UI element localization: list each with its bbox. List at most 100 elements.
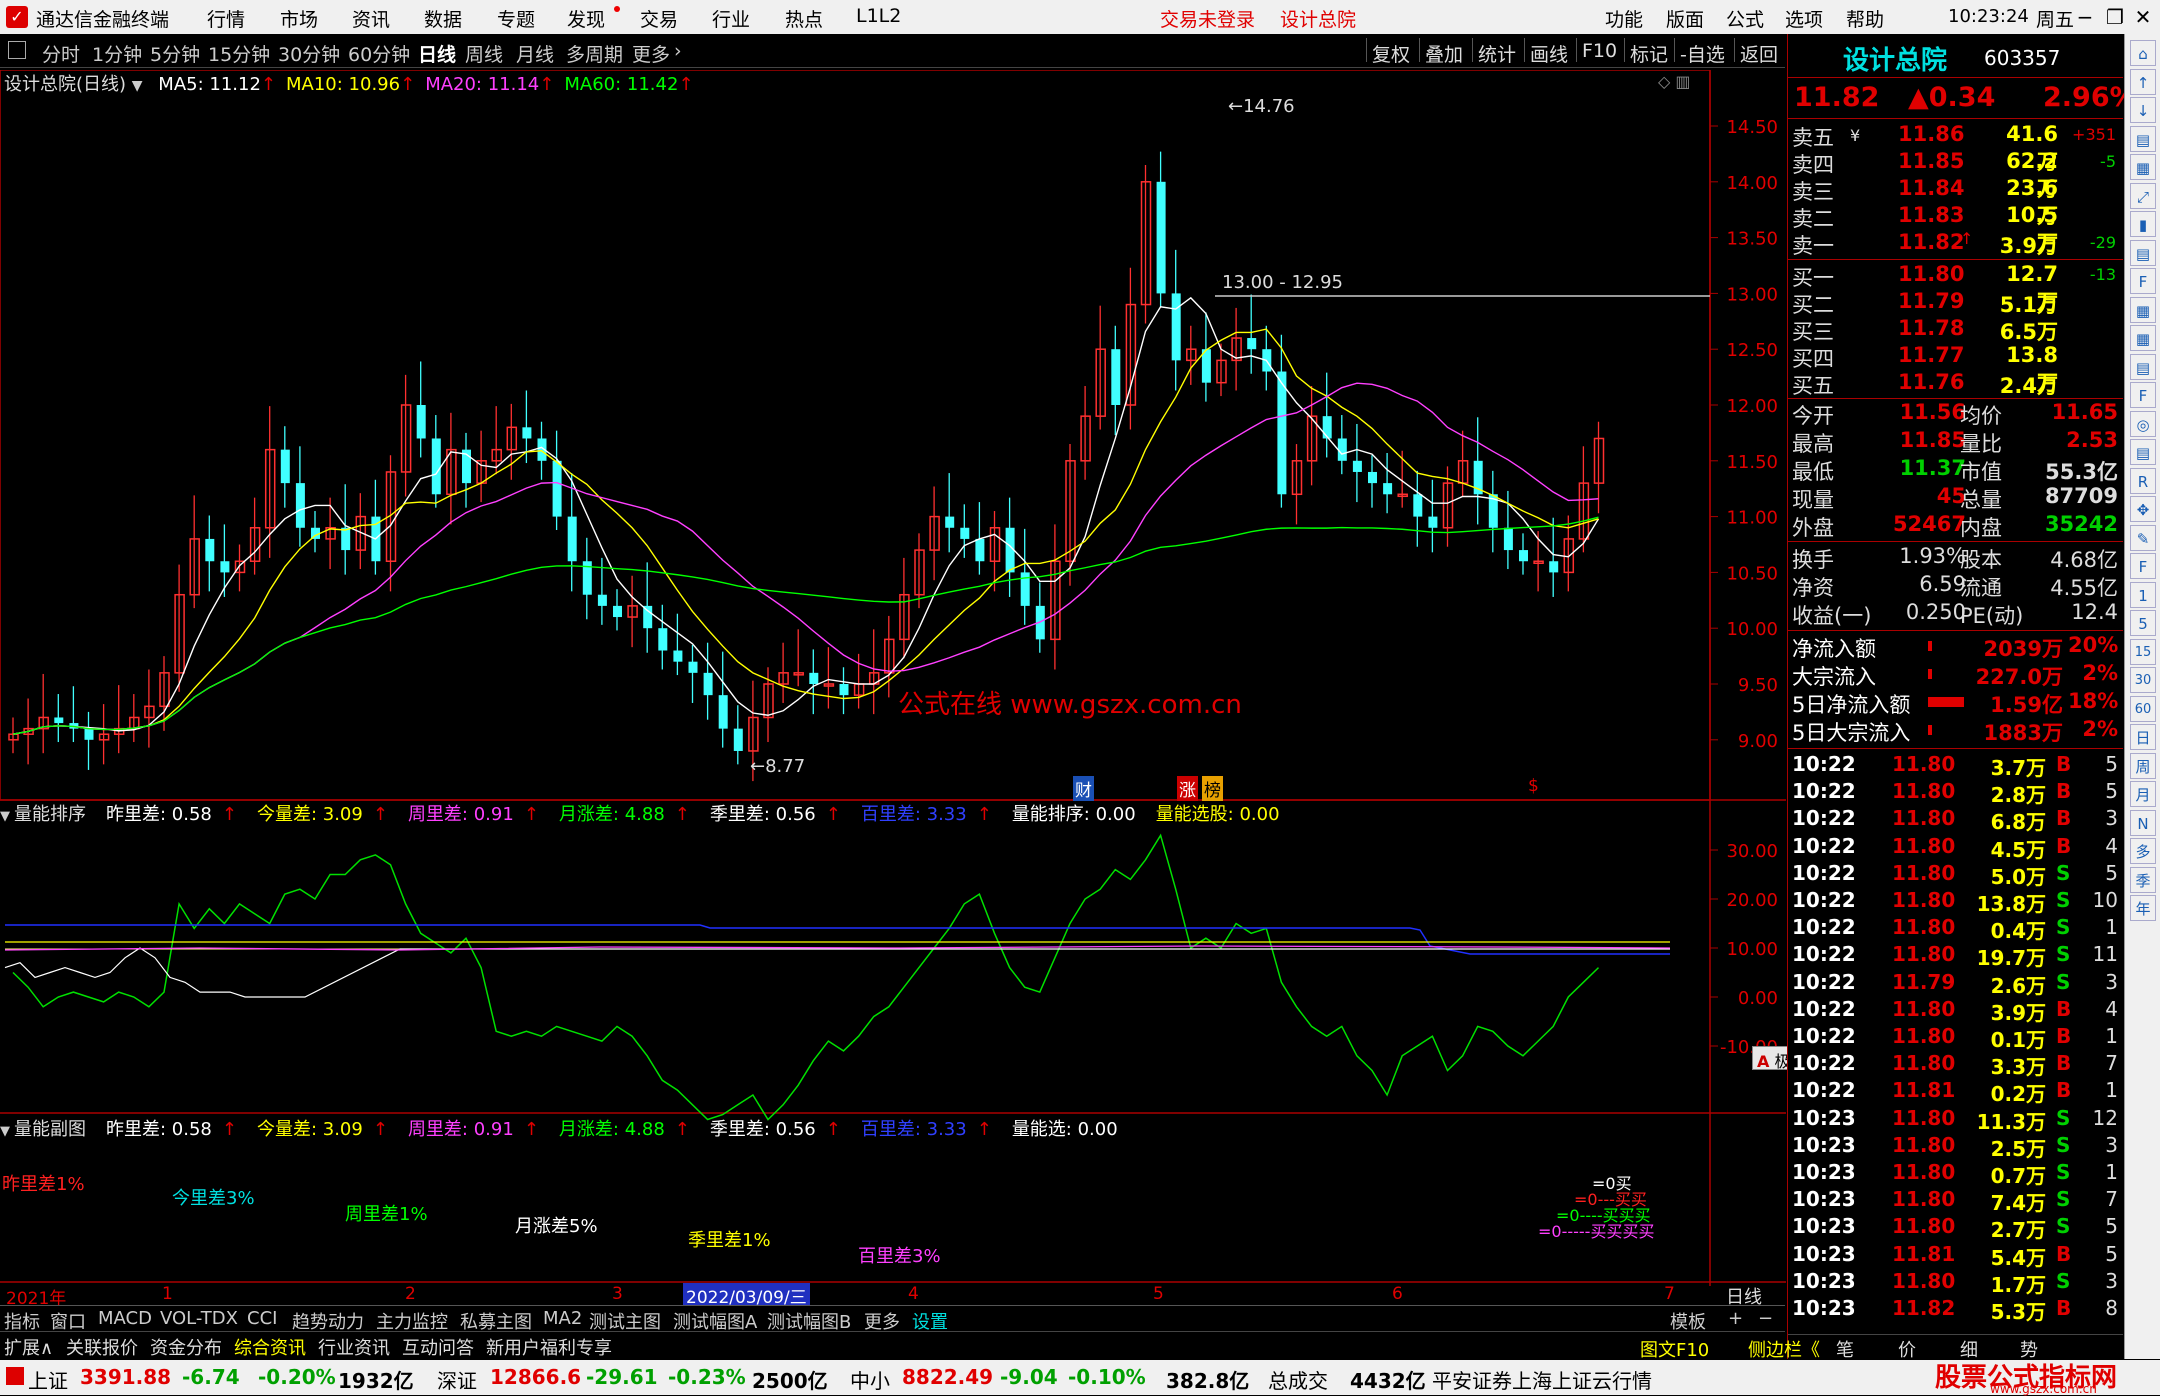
toolbar-7[interactable]: 返回 bbox=[1740, 40, 1778, 67]
stock-center-link[interactable]: 设计总院 bbox=[1280, 5, 1356, 32]
side-icon-30[interactable]: 年 bbox=[2130, 895, 2156, 921]
more-chevron-icon[interactable]: › bbox=[674, 40, 682, 62]
link-4[interactable]: 行业资讯 bbox=[318, 1334, 390, 1360]
quote-bottom-1[interactable]: 侧边栏《 bbox=[1748, 1336, 1820, 1362]
side-icon-29[interactable]: 季 bbox=[2130, 866, 2156, 893]
toolbar-0[interactable]: 复权 bbox=[1372, 40, 1410, 67]
right-menu-0[interactable]: 功能 bbox=[1605, 5, 1643, 32]
period-tab-8[interactable]: 月线 bbox=[516, 40, 554, 67]
menu-7[interactable]: 行业 bbox=[712, 5, 750, 32]
period-tab-10[interactable]: 更多 bbox=[632, 40, 670, 67]
toolbar-1[interactable]: 叠加 bbox=[1425, 40, 1463, 67]
bottom-tab-8[interactable]: MA2 bbox=[543, 1308, 582, 1329]
right-menu-3[interactable]: 选项 bbox=[1785, 5, 1823, 32]
period-tab-4[interactable]: 30分钟 bbox=[278, 40, 340, 67]
side-icon-2[interactable]: ↓ bbox=[2130, 97, 2156, 123]
menu-3[interactable]: 数据 bbox=[424, 5, 462, 32]
side-icon-11[interactable]: ▤ bbox=[2130, 353, 2156, 380]
bottom-tab-4[interactable]: CCI bbox=[247, 1308, 277, 1329]
dollar-marker[interactable]: $ bbox=[1528, 776, 1539, 796]
side-icon-21[interactable]: 15 bbox=[2130, 638, 2156, 665]
link-1[interactable]: 关联报价 bbox=[66, 1334, 138, 1360]
side-icon-4[interactable]: ▦ bbox=[2130, 154, 2156, 180]
trade-login-link[interactable]: 交易未登录 bbox=[1160, 5, 1255, 32]
ask-3-price[interactable]: 11.84 bbox=[1898, 176, 1964, 200]
link-6[interactable]: 新用户福利专享 bbox=[486, 1334, 612, 1360]
side-icon-9[interactable]: ▦ bbox=[2130, 296, 2156, 323]
bottom-right-1[interactable]: + bbox=[1728, 1308, 1743, 1329]
restore-icon[interactable]: ❐ bbox=[2100, 3, 2130, 31]
right-menu-4[interactable]: 帮助 bbox=[1846, 5, 1884, 32]
period-tab-1[interactable]: 1分钟 bbox=[92, 40, 142, 67]
period-tab-3[interactable]: 15分钟 bbox=[208, 40, 270, 67]
side-icon-10[interactable]: ▦ bbox=[2130, 325, 2156, 351]
link-0[interactable]: 扩展∧ bbox=[4, 1334, 53, 1360]
side-icon-5[interactable]: ⤢ bbox=[2130, 182, 2156, 209]
period-tab-7[interactable]: 周线 bbox=[465, 40, 503, 67]
side-icon-25[interactable]: 周 bbox=[2130, 752, 2156, 779]
link-5[interactable]: 互动问答 bbox=[402, 1334, 474, 1360]
menu-9[interactable]: L1L2 bbox=[856, 5, 901, 27]
indicator1-dropdown-icon[interactable]: ▼ bbox=[0, 809, 10, 824]
panel-toggle-icon[interactable] bbox=[8, 41, 26, 59]
menu-0[interactable]: 行情 bbox=[207, 5, 245, 32]
side-icon-16[interactable]: ✥ bbox=[2130, 496, 2156, 522]
toolbar-2[interactable]: 统计 bbox=[1478, 40, 1516, 67]
toolbar-3[interactable]: 画线 bbox=[1530, 40, 1568, 67]
board-marker[interactable]: 榜 bbox=[1202, 776, 1223, 801]
period-tab-9[interactable]: 多周期 bbox=[566, 40, 623, 67]
menu-6[interactable]: 交易 bbox=[640, 5, 678, 32]
side-icon-22[interactable]: 30 bbox=[2130, 667, 2156, 693]
side-icon-23[interactable]: 60 bbox=[2130, 695, 2156, 722]
ask-4-price[interactable]: 11.85 bbox=[1898, 149, 1964, 173]
sme-index-name[interactable]: 中小 bbox=[850, 1365, 890, 1394]
side-icon-24[interactable]: 日 bbox=[2130, 724, 2156, 750]
side-icon-13[interactable]: ◎ bbox=[2130, 410, 2156, 437]
close-icon[interactable]: ✕ bbox=[2128, 3, 2158, 31]
bid-3-price[interactable]: 11.78 bbox=[1898, 316, 1964, 340]
right-menu-2[interactable]: 公式 bbox=[1726, 5, 1764, 32]
period-tab-2[interactable]: 5分钟 bbox=[150, 40, 200, 67]
ask-5-price[interactable]: 11.86 bbox=[1898, 122, 1964, 146]
menu-5[interactable]: 发现 bbox=[567, 5, 605, 32]
side-icon-18[interactable]: F bbox=[2130, 553, 2156, 579]
side-icon-15[interactable]: R bbox=[2130, 467, 2156, 494]
toolbar-6[interactable]: -自选 bbox=[1680, 40, 1725, 67]
quote-bottom-2[interactable]: 笔 bbox=[1836, 1336, 1854, 1362]
menu-2[interactable]: 资讯 bbox=[352, 5, 390, 32]
bid-4-price[interactable]: 11.77 bbox=[1898, 343, 1964, 367]
bottom-right-2[interactable]: − bbox=[1758, 1308, 1773, 1329]
period-tab-0[interactable]: 分时 bbox=[42, 40, 80, 67]
limit-up-marker[interactable]: 涨 bbox=[1177, 776, 1198, 801]
side-icon-12[interactable]: F bbox=[2130, 382, 2156, 408]
link-2[interactable]: 资金分布 bbox=[150, 1334, 222, 1360]
side-icon-14[interactable]: ▤ bbox=[2130, 439, 2156, 465]
period-tab-5[interactable]: 60分钟 bbox=[348, 40, 410, 67]
finance-marker[interactable]: 财 bbox=[1073, 776, 1094, 801]
toolbar-4[interactable]: F10 bbox=[1582, 40, 1617, 62]
period-tab-6[interactable]: 日线 bbox=[418, 40, 456, 67]
toolbar-5[interactable]: 标记 bbox=[1630, 40, 1668, 67]
indicator2-dropdown-icon[interactable]: ▼ bbox=[0, 1124, 10, 1139]
side-icon-6[interactable]: ▮ bbox=[2130, 211, 2156, 237]
minimize-icon[interactable]: − bbox=[2070, 3, 2100, 31]
ask-1-price[interactable]: 11.82 bbox=[1898, 230, 1964, 254]
bid-5-price[interactable]: 11.76 bbox=[1898, 370, 1964, 394]
ask-2-price[interactable]: 11.83 bbox=[1898, 203, 1964, 227]
quote-bottom-0[interactable]: 图文F10 bbox=[1640, 1336, 1709, 1362]
menu-1[interactable]: 市场 bbox=[280, 5, 318, 32]
bottom-tab-3[interactable]: VOL-TDX bbox=[160, 1308, 238, 1329]
side-icon-17[interactable]: ✎ bbox=[2130, 524, 2156, 551]
link-3[interactable]: 综合资讯 bbox=[234, 1334, 306, 1360]
menu-4[interactable]: 专题 bbox=[497, 5, 535, 32]
side-icon-26[interactable]: 月 bbox=[2130, 781, 2156, 807]
side-icon-7[interactable]: ▤ bbox=[2130, 239, 2156, 266]
quote-bottom-3[interactable]: 价 bbox=[1898, 1336, 1916, 1362]
side-icon-3[interactable]: ▤ bbox=[2130, 125, 2156, 152]
side-icon-19[interactable]: 1 bbox=[2130, 581, 2156, 608]
side-icon-20[interactable]: 5 bbox=[2130, 610, 2156, 636]
side-icon-28[interactable]: 多 bbox=[2130, 838, 2156, 864]
bid-1-price[interactable]: 11.80 bbox=[1898, 262, 1964, 286]
side-icon-0[interactable]: ⌂ bbox=[2130, 40, 2156, 66]
sh-index-name[interactable]: 上证 bbox=[28, 1365, 68, 1394]
